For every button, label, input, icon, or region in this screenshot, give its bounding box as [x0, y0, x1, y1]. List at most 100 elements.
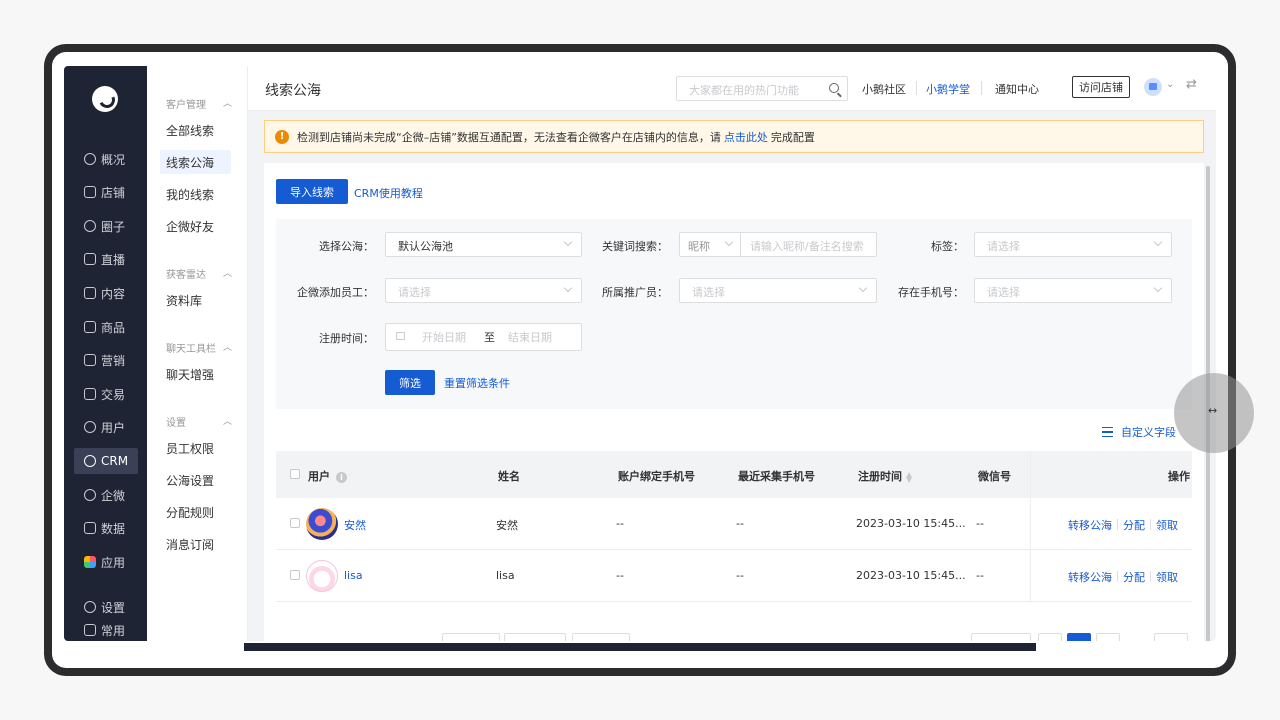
search-icon[interactable]: [829, 83, 839, 93]
assign-link[interactable]: 分配: [1123, 569, 1145, 585]
nav-item-wecom[interactable]: 企微: [74, 482, 138, 508]
configure-link[interactable]: 点击此处: [724, 129, 768, 145]
divider: [916, 81, 917, 95]
import-leads-button[interactable]: 导入线索: [276, 179, 348, 204]
subnav-item-library[interactable]: 资料库: [160, 288, 231, 312]
subnav-item-all-leads[interactable]: 全部线索: [160, 118, 231, 142]
dock-bar: [244, 643, 1036, 651]
promoter-select[interactable]: 请选择: [679, 278, 877, 303]
nav-item-app[interactable]: 应用: [74, 549, 138, 575]
column-header-reg-time[interactable]: 注册时间 ▲ ▼: [858, 468, 912, 484]
cell-wechat: --: [976, 569, 984, 582]
keyword-search-field[interactable]: 昵称 请输入昵称/备注名搜索: [679, 232, 877, 257]
row-checkbox[interactable]: [290, 570, 300, 580]
select-all-checkbox[interactable]: [290, 469, 300, 479]
cell-reg-time: 2023-03-10 15:45...: [856, 569, 966, 582]
content-icon: [84, 287, 96, 299]
subnav-item-my-leads[interactable]: 我的线索: [160, 182, 231, 206]
pool-select[interactable]: 默认公海池: [385, 232, 582, 257]
next-page-button[interactable]: [1096, 633, 1120, 641]
chevron-up-icon: ︿: [222, 269, 232, 279]
reset-filters-link[interactable]: 重置筛选条件: [444, 375, 510, 391]
nav-item-user[interactable]: 用户: [74, 414, 138, 440]
subnav-group-customer[interactable]: 客户管理 ︿: [166, 96, 232, 111]
device-screen: 概况 店铺 圈子 直播 内容 商品 营销 交易 用户 CRM 企微 数据 应用 …: [52, 52, 1228, 668]
chevron-down-icon: [563, 237, 573, 247]
nav-item-goods[interactable]: 商品: [74, 314, 138, 340]
footer-button[interactable]: [442, 633, 500, 641]
reg-time-label: 注册时间：: [319, 332, 374, 345]
subnav-group-radar[interactable]: 获客雷达 ︿: [166, 266, 232, 281]
store-avatar[interactable]: [1144, 78, 1162, 96]
sort-icon[interactable]: ▲ ▼: [906, 471, 912, 484]
keyword-type-select[interactable]: 昵称: [680, 233, 741, 256]
transfer-pool-link[interactable]: 转移公海: [1068, 517, 1112, 533]
subnav-item-wecom-friends[interactable]: 企微好友: [160, 214, 231, 238]
page-jump-input[interactable]: [1154, 633, 1188, 641]
footer-button[interactable]: [572, 633, 630, 641]
transfer-pool-link[interactable]: 转移公海: [1068, 569, 1112, 585]
subnav-item-chat-enhance[interactable]: 聊天增强: [160, 362, 231, 386]
subnav-item-message-subscription[interactable]: 消息订阅: [160, 532, 231, 556]
reg-date-range-picker[interactable]: 开始日期 至 结束日期: [385, 323, 582, 351]
end-date-input[interactable]: 结束日期: [508, 329, 552, 345]
prev-page-button[interactable]: [1038, 633, 1062, 641]
page-title: 线索公海: [265, 83, 321, 99]
subnav-group-chat-toolbar[interactable]: 聊天工具栏 ︿: [166, 340, 232, 355]
academy-link[interactable]: 小鹅学堂: [926, 81, 970, 97]
date-range-separator: 至: [484, 331, 495, 344]
user-link[interactable]: lisa: [344, 569, 363, 582]
info-icon[interactable]: i: [336, 471, 347, 483]
nav-item-crm[interactable]: CRM: [74, 448, 138, 474]
subnav-item-pool-settings[interactable]: 公海设置: [160, 468, 231, 492]
filter-button[interactable]: 筛选: [385, 370, 435, 395]
community-link[interactable]: 小鹅社区: [862, 81, 906, 97]
page-button-current[interactable]: [1067, 633, 1091, 641]
filter-panel: 选择公海： 默认公海池 关键词搜索： 昵称 请输入昵称/备注名搜索 标签： 请选…: [276, 219, 1192, 409]
nav-item-marketing[interactable]: 营销: [74, 347, 138, 373]
assign-link[interactable]: 分配: [1123, 517, 1145, 533]
divider: [1150, 571, 1151, 582]
user-link[interactable]: 安然: [344, 517, 366, 533]
cell-reg-time: 2023-03-10 15:45...: [856, 517, 966, 530]
avatar: [306, 508, 338, 540]
keyword-input[interactable]: 请输入昵称/备注名搜索: [750, 238, 864, 254]
nav-item-live[interactable]: 直播: [74, 246, 138, 272]
trade-icon: [84, 388, 96, 400]
phone-exists-select[interactable]: 请选择: [974, 278, 1172, 303]
row-checkbox[interactable]: [290, 518, 300, 528]
page-size-select[interactable]: [971, 633, 1031, 641]
nav-item-data[interactable]: 数据: [74, 515, 138, 541]
claim-link[interactable]: 领取: [1156, 569, 1178, 585]
footer-button[interactable]: [504, 633, 566, 641]
nav-item-store[interactable]: 店铺: [74, 179, 138, 205]
nav-item-circle[interactable]: 圈子: [74, 213, 138, 239]
notification-center-link[interactable]: 通知中心: [995, 81, 1039, 97]
visit-store-button[interactable]: 访问店铺: [1072, 76, 1130, 98]
nav-item-overview[interactable]: 概况: [74, 146, 138, 172]
tag-select[interactable]: 请选择: [974, 232, 1172, 257]
live-icon: [84, 253, 96, 265]
user-icon: [84, 421, 96, 433]
subnav-item-lead-pool[interactable]: 线索公海: [160, 150, 231, 174]
cell-wechat: --: [976, 517, 984, 530]
subnav-item-assign-rules[interactable]: 分配规则: [160, 500, 231, 524]
nav-item-content[interactable]: 内容: [74, 280, 138, 306]
brand-logo-icon[interactable]: [92, 86, 118, 112]
start-date-input[interactable]: 开始日期: [422, 329, 466, 345]
crm-tutorial-link[interactable]: CRM使用教程: [354, 185, 423, 201]
column-header-recent-phone: 最近采集手机号: [738, 470, 815, 483]
chevron-down-icon[interactable]: ⌄: [1166, 79, 1174, 90]
claim-link[interactable]: 领取: [1156, 517, 1178, 533]
subnav-group-settings[interactable]: 设置 ︿: [166, 414, 232, 429]
staff-select[interactable]: 请选择: [385, 278, 582, 303]
switch-icon[interactable]: ⇄: [1186, 77, 1197, 92]
marketing-icon: [84, 354, 96, 366]
global-search-input[interactable]: 大家都在用的热门功能: [676, 76, 848, 101]
nav-item-trade[interactable]: 交易: [74, 381, 138, 407]
custom-field-button[interactable]: 自定义字段: [1102, 424, 1176, 440]
nav-item-common[interactable]: 常用: [74, 617, 138, 641]
chevron-up-icon: ︿: [222, 417, 232, 427]
divider: [1117, 571, 1118, 582]
subnav-item-staff-permission[interactable]: 员工权限: [160, 436, 231, 460]
